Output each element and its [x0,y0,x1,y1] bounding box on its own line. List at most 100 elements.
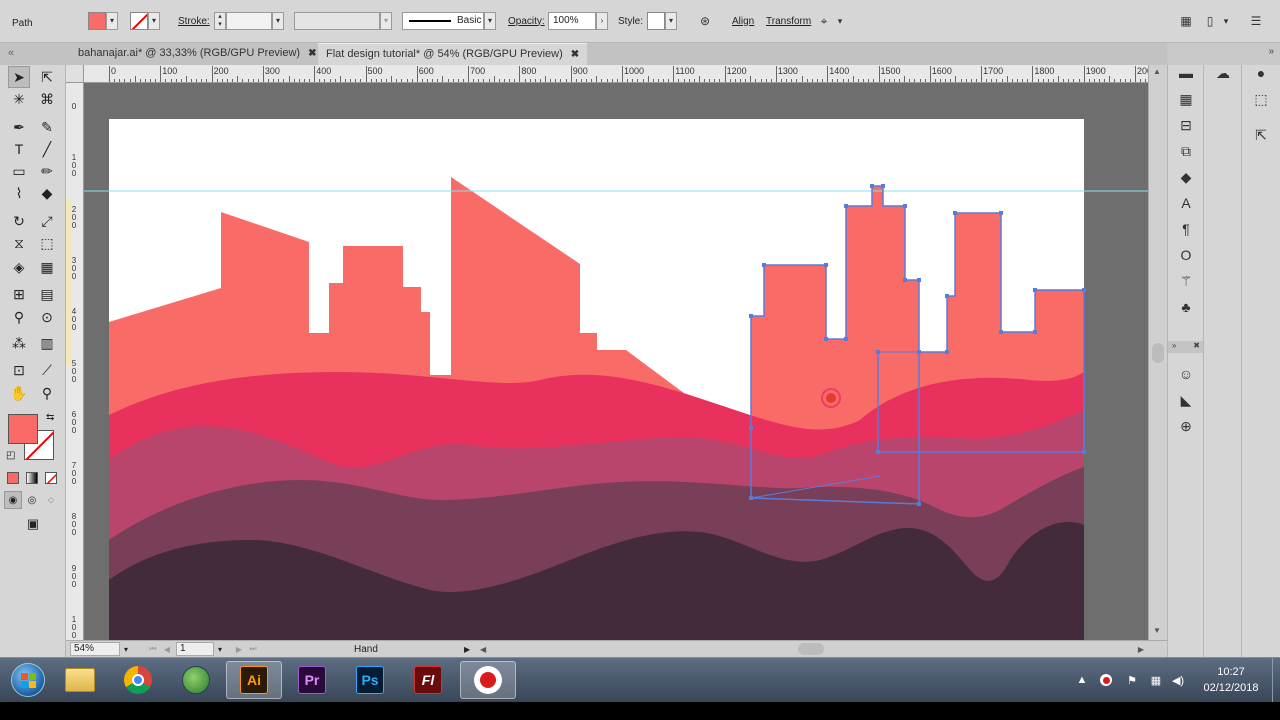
start-button[interactable] [0,661,56,699]
stroke-label[interactable]: Stroke: [178,16,210,27]
premiere-taskbar-button[interactable]: Pr [284,661,340,699]
tab-bahanajar[interactable]: bahanajar.ai* @ 33,33% (RGB/GPU Preview)… [70,43,325,65]
arrange-documents-icon[interactable]: ▦ [1178,13,1194,29]
draw-behind-icon[interactable]: ◎ [23,491,41,509]
width-tool-icon[interactable]: ⧖ [8,232,30,254]
tab-flat-design-tutorial[interactable]: Flat design tutorial* @ 54% (RGB/GPU Pre… [318,43,588,65]
creative-cloud-libraries-icon[interactable]: ☁ [1213,63,1233,83]
horizontal-ruler[interactable]: 0 100 200 300 400 500 600 700 800 900 1000 1100 1200… [84,65,1148,83]
panel-menu-icon[interactable]: ☰ [1248,13,1264,29]
rectangle-tool-icon[interactable]: ▭ [8,160,30,182]
transform-link[interactable]: Transform [766,16,811,27]
free-transform-tool-icon[interactable]: ⬚ [36,232,58,254]
isolate-selected-icon[interactable]: ⌖ [816,13,832,29]
volume-icon[interactable]: ◀) [1170,672,1186,688]
gradient-mode-icon[interactable] [23,469,41,487]
close-icon[interactable]: ✖ [308,48,316,59]
last-artboard-icon[interactable]: ⏭ [246,644,260,654]
horizontal-scroll-thumb[interactable] [798,643,824,655]
default-colors-icon[interactable]: ◰ [6,450,15,461]
recorder-taskbar-button[interactable] [460,661,516,699]
show-desktop-button[interactable] [1272,658,1280,703]
variable-width-profile[interactable] [294,12,380,30]
type-tool-icon[interactable]: T [8,138,30,160]
brush-dropdown[interactable]: ▾ [484,12,496,30]
pen-tool-icon[interactable]: ✒ [8,116,30,138]
eraser-tool-icon[interactable]: ◆ [36,182,58,204]
fill-color-swatch[interactable] [8,414,38,444]
eyedropper-tool-icon[interactable]: ⚲ [8,306,30,328]
first-artboard-icon[interactable]: ⏮ [146,644,160,654]
fill-swatch[interactable] [88,12,106,30]
align-link[interactable]: Align [732,16,754,27]
panel-collapse-icon[interactable]: « [0,43,20,65]
show-hidden-icons[interactable]: ▲ [1074,672,1090,688]
download-manager-taskbar-button[interactable] [168,661,224,699]
stroke-weight-field[interactable] [226,12,272,30]
screen-mode-icon[interactable]: ▣ [22,514,44,534]
artboard-dropdown-icon[interactable]: ▾ [214,645,226,654]
puppet-warp-icon[interactable]: ⚚ [1176,271,1196,291]
collapse-group-icon[interactable]: » [1172,341,1176,350]
pencil-tool-icon[interactable]: ✏ [36,160,58,182]
chrome-taskbar-button[interactable] [110,661,166,699]
fill-color-control[interactable]: ▾ [88,11,118,31]
color-guide-icon[interactable]: ▬ [1176,63,1196,83]
expand-panels-icon[interactable]: » [1268,46,1274,57]
zoom-field[interactable]: 54% [70,642,120,656]
shape-builder-tool-icon[interactable]: ◈ [8,256,30,278]
graphic-style-dropdown[interactable]: ▾ [665,12,677,30]
export-icon[interactable]: ⇱ [1251,125,1271,145]
paragraph-icon[interactable]: ¶ [1176,219,1196,239]
perspective-grid-tool-icon[interactable]: ▦ [36,256,58,278]
flash-taskbar-button[interactable]: Fl [400,661,456,699]
vertical-scrollbar[interactable]: ▲ ▼ [1148,65,1167,640]
line-segment-tool-icon[interactable]: ╱ [36,138,58,160]
recorder-tray-icon[interactable] [1098,672,1114,688]
character-icon[interactable]: A [1176,193,1196,213]
stroke-weight-stepper[interactable]: ▴ ▾ [214,12,226,30]
opentype-icon[interactable]: O [1176,245,1196,265]
appearance-icon[interactable]: ● [1251,63,1271,83]
close-group-icon[interactable]: ✖ [1193,341,1200,350]
opacity-label[interactable]: Opacity: [508,16,545,27]
scroll-right-icon[interactable]: ▶ [1138,645,1144,654]
brush-definition[interactable]: Basic [402,12,484,30]
symbols-icon[interactable]: ♣ [1176,297,1196,317]
blend-tool-icon[interactable]: ⊙ [36,306,58,328]
pathfinder-icon[interactable]: ⧉ [1176,141,1196,161]
graphic-style-swatch[interactable] [647,12,665,30]
magic-wand-tool-icon[interactable]: ✳ [8,88,30,110]
scroll-down-icon[interactable]: ▼ [1153,626,1161,635]
opacity-field[interactable]: 100% [548,12,596,30]
symbol-sprayer-tool-icon[interactable]: ⁂ [8,332,30,354]
scroll-up-icon[interactable]: ▲ [1153,67,1161,76]
next-artboard-icon[interactable]: ▶ [232,645,246,654]
align-panel-icon[interactable]: ⊟ [1176,115,1196,135]
fill-stroke-widget[interactable]: ⇆ ◰ [6,412,58,462]
slice-tool-icon[interactable]: ⟋ [36,359,58,381]
column-graph-tool-icon[interactable]: ▥ [36,332,58,354]
navigator-icon[interactable]: ⊕ [1176,416,1196,436]
artboard-tool-icon[interactable]: ⊡ [8,359,30,381]
rotate-tool-icon[interactable]: ↻ [8,210,30,232]
stroke-color-control[interactable]: ▾ [130,11,160,31]
swatches-icon[interactable]: ▦ [1176,89,1196,109]
scroll-left-icon[interactable]: ◀ [480,645,486,654]
mesh-tool-icon[interactable]: ⊞ [8,283,30,305]
isolate-dropdown-icon[interactable]: ▾ [832,13,848,29]
gradient-tool-icon[interactable]: ▤ [36,283,58,305]
zoom-dropdown-icon[interactable]: ▾ [120,645,132,654]
hand-tool-icon[interactable]: ✋ [8,382,30,404]
vertical-scroll-thumb[interactable] [1152,343,1164,363]
workspace-switcher-icon[interactable]: ▯ [1202,13,1218,29]
photoshop-taskbar-button[interactable]: Ps [342,661,398,699]
draw-normal-icon[interactable]: ◉ [4,491,22,509]
artwork[interactable] [84,83,1148,640]
swap-colors-icon[interactable]: ⇆ [46,412,54,423]
shaper-tool-icon[interactable]: ⌇ [8,182,30,204]
variable-width-dropdown[interactable]: ▾ [380,12,392,30]
network-icon[interactable]: ▦ [1148,672,1164,688]
lasso-tool-icon[interactable]: ⌘ [36,88,58,110]
zoom-tool-icon[interactable]: ⚲ [36,382,58,404]
